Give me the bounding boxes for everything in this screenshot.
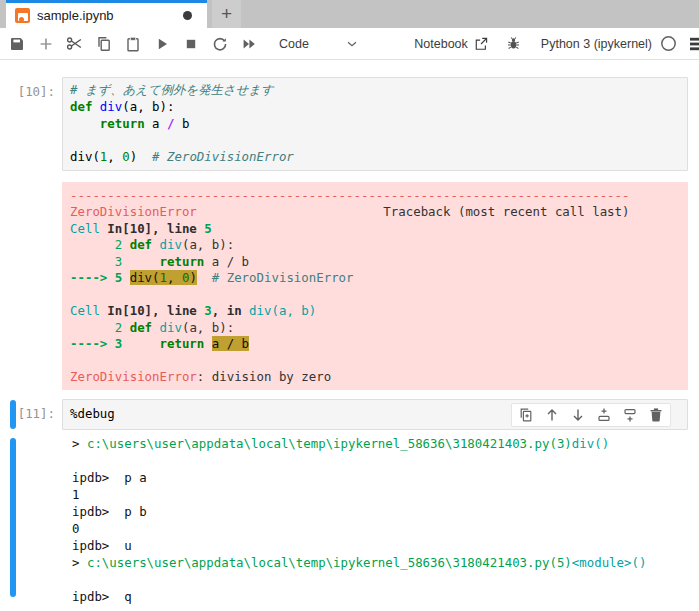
refresh-icon bbox=[212, 36, 228, 52]
restart-kernel-button[interactable] bbox=[205, 28, 234, 59]
debugger-console-text: > c:\users\user\appdata\local\temp\ipyke… bbox=[72, 435, 688, 605]
code-line: ----> 3 return a / b bbox=[70, 336, 680, 353]
run-cell-button[interactable] bbox=[147, 28, 176, 59]
code-line: return a / b bbox=[70, 116, 683, 133]
insert-above-icon bbox=[596, 407, 612, 423]
stop-icon bbox=[183, 36, 199, 52]
save-icon bbox=[9, 36, 25, 52]
more-options-icon[interactable] bbox=[687, 36, 699, 52]
output-collapser[interactable] bbox=[10, 183, 16, 389]
cell-10-source: # まず、あえて例外を発生させますdef div(a, b): return a… bbox=[70, 82, 683, 166]
cell-11-output: > c:\users\user\appdata\local\temp\ipyke… bbox=[0, 433, 699, 605]
restart-run-all-button[interactable] bbox=[234, 28, 263, 59]
insert-cell-button[interactable] bbox=[31, 28, 60, 59]
debugger-button[interactable] bbox=[499, 36, 528, 51]
code-line: > c:\users\user\appdata\local\temp\ipyke… bbox=[72, 554, 688, 571]
code-line bbox=[70, 132, 683, 149]
code-line: ipdb> p a bbox=[72, 469, 688, 486]
cell-collapser-active[interactable] bbox=[10, 400, 16, 429]
notebook-file-icon bbox=[15, 8, 30, 23]
traceback-text: ----------------------------------------… bbox=[70, 188, 680, 386]
trash-icon bbox=[648, 407, 664, 423]
code-line: ----> 5 div(1, 0) # ZeroDivisionError bbox=[70, 270, 680, 287]
chevron-down-icon bbox=[345, 37, 359, 51]
move-cell-up-button[interactable] bbox=[544, 407, 560, 423]
arrow-down-icon bbox=[570, 407, 586, 423]
cell-10-editor[interactable]: # まず、あえて例外を発生させますdef div(a, b): return a… bbox=[62, 77, 688, 171]
run-icon bbox=[154, 36, 170, 52]
code-line: 3 return a / b bbox=[70, 254, 680, 271]
code-line bbox=[72, 452, 688, 469]
code-line: Cell In[10], line 5 bbox=[70, 221, 680, 238]
code-line: 2 def div(a, b): bbox=[70, 237, 680, 254]
duplicate-cell-button[interactable] bbox=[518, 407, 534, 423]
code-cell-11: [11]: %debug bbox=[0, 399, 699, 430]
paste-cells-button[interactable] bbox=[118, 28, 147, 59]
code-line: 2 def div(a, b): bbox=[70, 320, 680, 337]
notebook-area: [10]: # まず、あえて例外を発生させますdef div(a, b): re… bbox=[0, 60, 699, 605]
code-line: ZeroDivisionError Traceback (most recent… bbox=[70, 204, 680, 221]
tab-title: sample.ipynb bbox=[37, 8, 183, 23]
code-line: ipdb> p b bbox=[72, 503, 688, 520]
cell-10-error-output: ----------------------------------------… bbox=[0, 182, 699, 390]
save-button[interactable] bbox=[2, 28, 31, 59]
code-line: 0 bbox=[72, 520, 688, 537]
code-line: div(1, 0) # ZeroDivisionError bbox=[70, 149, 683, 166]
code-line bbox=[72, 571, 688, 588]
cut-cells-button[interactable] bbox=[60, 28, 89, 59]
kernel-status-icon bbox=[660, 35, 677, 52]
code-line: ipdb> u bbox=[72, 537, 688, 554]
notebook-toolbar: Code Notebook Python 3 (ipykernel) bbox=[0, 28, 699, 60]
clipboard-icon bbox=[125, 36, 141, 52]
external-link-icon bbox=[474, 37, 488, 51]
cell-toolbar bbox=[511, 403, 671, 427]
notebook-view-label: Notebook bbox=[414, 37, 468, 51]
code-line bbox=[70, 287, 680, 304]
unsaved-changes-dot-icon[interactable] bbox=[183, 11, 192, 20]
insert-below-icon bbox=[622, 407, 638, 423]
delete-cell-button[interactable] bbox=[648, 407, 664, 423]
code-line: ZeroDivisionError: division by zero bbox=[70, 369, 680, 386]
cell-type-dropdown[interactable]: Code bbox=[271, 32, 367, 56]
code-cell-10: [10]: # まず、あえて例外を発生させますdef div(a, b): re… bbox=[0, 77, 699, 171]
copy-cells-button[interactable] bbox=[89, 28, 118, 59]
code-line: def div(a, b): bbox=[70, 99, 683, 116]
insert-cell-above-button[interactable] bbox=[596, 407, 612, 423]
fast-forward-icon bbox=[241, 36, 257, 52]
code-line: 1 bbox=[72, 486, 688, 503]
code-line: # まず、あえて例外を発生させます bbox=[70, 82, 683, 99]
cell-11-editor[interactable]: %debug bbox=[62, 399, 688, 430]
move-cell-down-button[interactable] bbox=[570, 407, 586, 423]
interrupt-kernel-button[interactable] bbox=[176, 28, 205, 59]
code-line bbox=[70, 353, 680, 370]
output-collapser-active[interactable] bbox=[10, 438, 16, 597]
code-line: ----------------------------------------… bbox=[70, 188, 680, 205]
duplicate-icon bbox=[518, 407, 534, 423]
new-tab-button[interactable]: + bbox=[212, 0, 241, 28]
kernel-name[interactable]: Python 3 (ipykernel) bbox=[541, 37, 652, 51]
code-line: > c:\users\user\appdata\local\temp\ipyke… bbox=[72, 435, 688, 452]
notebook-view-button[interactable]: Notebook bbox=[414, 37, 488, 51]
insert-cell-below-button[interactable] bbox=[622, 407, 638, 423]
bug-icon bbox=[506, 36, 521, 51]
scissors-icon bbox=[66, 35, 83, 52]
copy-icon bbox=[96, 36, 112, 52]
arrow-up-icon bbox=[544, 407, 560, 423]
code-line: ipdb> q bbox=[72, 588, 688, 605]
tab-sample-ipynb[interactable]: sample.ipynb bbox=[6, 0, 207, 28]
tab-bar: sample.ipynb + bbox=[0, 0, 699, 28]
plus-icon bbox=[38, 36, 54, 52]
cell-collapser[interactable] bbox=[10, 78, 16, 170]
cell-type-value: Code bbox=[279, 37, 309, 51]
code-line: Cell In[10], line 3, in div(a, b) bbox=[70, 303, 680, 320]
